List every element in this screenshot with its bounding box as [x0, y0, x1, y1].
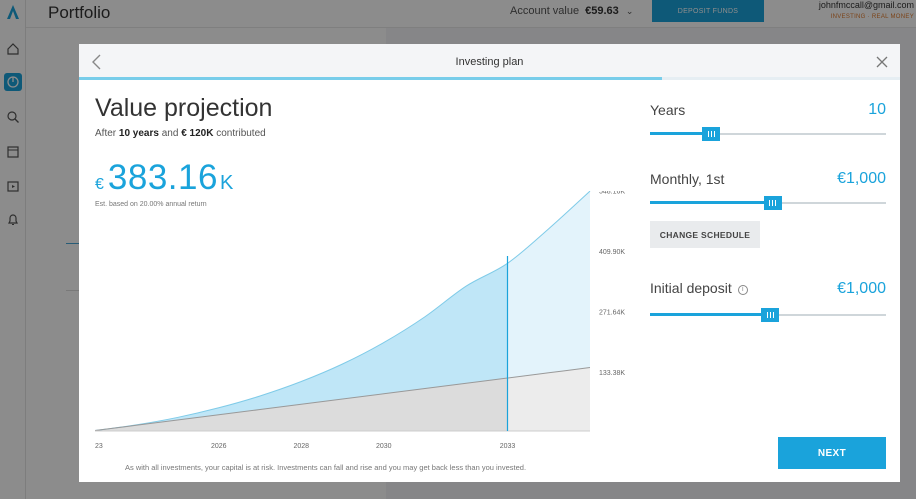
- subtitle-suffix: contributed: [216, 128, 266, 139]
- change-schedule-button[interactable]: CHANGE SCHEDULE: [650, 221, 760, 248]
- slider-handle[interactable]: [763, 196, 782, 210]
- slider-fill: [650, 313, 771, 316]
- subtitle-years: 10 years: [118, 128, 159, 139]
- modal-title: Investing plan: [455, 56, 524, 68]
- years-value: 10: [868, 101, 886, 118]
- projection-subtitle: After 10 years and € 120K contributed: [95, 128, 266, 139]
- slider-handle[interactable]: [702, 127, 721, 141]
- modal-header: Investing plan: [79, 44, 900, 80]
- info-icon[interactable]: i: [737, 285, 748, 295]
- initial-deposit-text: Initial deposit: [650, 280, 732, 296]
- step-progress-bar: [79, 77, 662, 80]
- x-tick-label: 2033: [500, 443, 516, 450]
- y-tick-label: 271.64K: [599, 310, 625, 317]
- x-tick-label: 2030: [376, 443, 392, 450]
- x-tick-label: 2028: [293, 443, 309, 450]
- y-tick-label: 548.16K: [599, 191, 625, 196]
- monthly-value: €1,000: [837, 170, 886, 187]
- risk-disclaimer: As with all investments, your capital is…: [125, 463, 527, 472]
- slider-fill: [650, 201, 773, 204]
- years-slider[interactable]: [650, 127, 886, 141]
- initial-deposit-slider[interactable]: [650, 308, 886, 322]
- monthly-label: Monthly, 1st: [650, 171, 725, 187]
- investing-plan-modal: Investing plan Value projection After 10…: [79, 44, 900, 482]
- slider-handle[interactable]: [761, 308, 780, 322]
- monthly-slider[interactable]: [650, 196, 886, 210]
- step-progress-track: [79, 77, 900, 80]
- x-tick-label: 2026: [211, 443, 227, 450]
- initial-deposit-value: €1,000: [837, 280, 886, 297]
- subtitle-mid: and: [161, 128, 179, 139]
- y-tick-label: 133.38K: [599, 370, 625, 377]
- subtitle-prefix: After: [95, 128, 117, 139]
- years-label: Years: [650, 102, 686, 118]
- x-tick-label: 2023: [95, 443, 103, 450]
- close-icon[interactable]: [874, 54, 890, 70]
- projection-chart[interactable]: 2023 2026 2028 2030 2033 548.16K 409.90K 271.64…: [95, 191, 635, 461]
- subtitle-amount: € 120K: [181, 128, 214, 139]
- initial-deposit-label: Initial deposit i: [650, 280, 748, 296]
- value-projection-heading: Value projection: [95, 94, 273, 122]
- next-button[interactable]: NEXT: [778, 437, 886, 469]
- y-tick-label: 409.90K: [599, 249, 625, 256]
